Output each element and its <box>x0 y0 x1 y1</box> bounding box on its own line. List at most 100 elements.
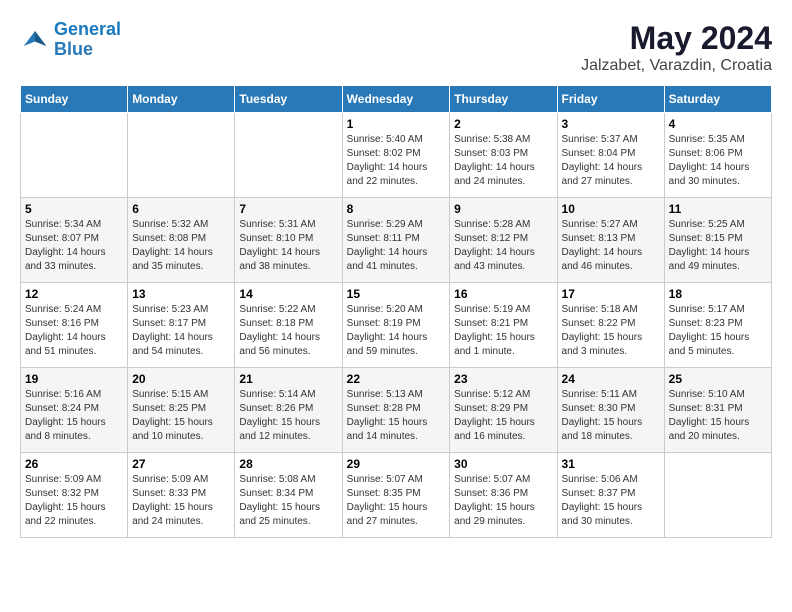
day-info: Sunrise: 5:27 AM Sunset: 8:13 PM Dayligh… <box>562 218 660 274</box>
calendar-cell: 5 Sunrise: 5:34 AM Sunset: 8:07 PM Daylig… <box>21 198 128 283</box>
calendar-cell: 10 Sunrise: 5:27 AM Sunset: 8:13 PM Dayli… <box>557 198 664 283</box>
day-info: Sunrise: 5:29 AM Sunset: 8:11 PM Dayligh… <box>347 218 446 274</box>
day-number: 16 <box>454 287 552 301</box>
calendar-cell: 7 Sunrise: 5:31 AM Sunset: 8:10 PM Daylig… <box>235 198 342 283</box>
calendar-cell: 9Sunrise: 5:28 AM Sunset: 8:12 PM Daylig… <box>450 198 557 283</box>
day-number: 13 <box>132 287 230 301</box>
day-number: 24 <box>562 372 660 386</box>
day-info: Sunrise: 5:10 AM Sunset: 8:31 PM Dayligh… <box>669 388 767 444</box>
calendar-cell <box>664 453 771 538</box>
day-info: Sunrise: 5:31 AM Sunset: 8:10 PM Dayligh… <box>239 218 337 274</box>
calendar-cell: 24Sunrise: 5:11 AM Sunset: 8:30 PM Dayli… <box>557 368 664 453</box>
calendar-week-row: 1Sunrise: 5:40 AM Sunset: 8:02 PM Daylig… <box>21 113 772 198</box>
calendar-cell: 1Sunrise: 5:40 AM Sunset: 8:02 PM Daylig… <box>342 113 450 198</box>
day-info: Sunrise: 5:35 AM Sunset: 8:06 PM Dayligh… <box>669 133 767 189</box>
day-info: Sunrise: 5:07 AM Sunset: 8:35 PM Dayligh… <box>347 473 446 529</box>
calendar-header-saturday: Saturday <box>664 86 771 113</box>
day-number: 19 <box>25 372 123 386</box>
calendar-cell: 27 Sunrise: 5:09 AM Sunset: 8:33 PM Dayli… <box>128 453 235 538</box>
calendar-cell: 2Sunrise: 5:38 AM Sunset: 8:03 PM Daylig… <box>450 113 557 198</box>
calendar-header-thursday: Thursday <box>450 86 557 113</box>
calendar-cell: 13 Sunrise: 5:23 AM Sunset: 8:17 PM Dayli… <box>128 283 235 368</box>
calendar-cell: 14 Sunrise: 5:22 AM Sunset: 8:18 PM Dayli… <box>235 283 342 368</box>
calendar-week-row: 12Sunrise: 5:24 AM Sunset: 8:16 PM Dayli… <box>21 283 772 368</box>
calendar-cell <box>21 113 128 198</box>
day-number: 26 <box>25 457 123 471</box>
calendar-cell: 17 Sunrise: 5:18 AM Sunset: 8:22 PM Dayli… <box>557 283 664 368</box>
day-number: 28 <box>239 457 337 471</box>
day-number: 21 <box>239 372 337 386</box>
day-number: 17 <box>562 287 660 301</box>
day-info: Sunrise: 5:14 AM Sunset: 8:26 PM Dayligh… <box>239 388 337 444</box>
calendar-week-row: 5 Sunrise: 5:34 AM Sunset: 8:07 PM Daylig… <box>21 198 772 283</box>
day-number: 25 <box>669 372 767 386</box>
calendar-cell: 26 Sunrise: 5:09 AM Sunset: 8:32 PM Dayli… <box>21 453 128 538</box>
day-number: 10 <box>562 202 660 216</box>
calendar-cell: 29 Sunrise: 5:07 AM Sunset: 8:35 PM Dayli… <box>342 453 450 538</box>
calendar-cell <box>128 113 235 198</box>
day-info: Sunrise: 5:06 AM Sunset: 8:37 PM Dayligh… <box>562 473 660 529</box>
day-number: 27 <box>132 457 230 471</box>
day-info: Sunrise: 5:24 AM Sunset: 8:16 PM Dayligh… <box>25 303 123 359</box>
location: Jalzabet, Varazdin, Croatia <box>581 57 772 75</box>
day-info: Sunrise: 5:13 AM Sunset: 8:28 PM Dayligh… <box>347 388 446 444</box>
day-info: Sunrise: 5:20 AM Sunset: 8:19 PM Dayligh… <box>347 303 446 359</box>
day-info: Sunrise: 5:08 AM Sunset: 8:34 PM Dayligh… <box>239 473 337 529</box>
day-info: Sunrise: 5:28 AM Sunset: 8:12 PM Dayligh… <box>454 218 552 274</box>
day-number: 29 <box>347 457 446 471</box>
day-info: Sunrise: 5:09 AM Sunset: 8:32 PM Dayligh… <box>25 473 123 529</box>
calendar-cell: 16 Sunrise: 5:19 AM Sunset: 8:21 PM Dayli… <box>450 283 557 368</box>
calendar-cell: 15 Sunrise: 5:20 AM Sunset: 8:19 PM Dayli… <box>342 283 450 368</box>
day-number: 15 <box>347 287 446 301</box>
calendar-cell: 3 Sunrise: 5:37 AM Sunset: 8:04 PM Daylig… <box>557 113 664 198</box>
day-info: Sunrise: 5:32 AM Sunset: 8:08 PM Dayligh… <box>132 218 230 274</box>
day-info: Sunrise: 5:15 AM Sunset: 8:25 PM Dayligh… <box>132 388 230 444</box>
day-number: 5 <box>25 202 123 216</box>
calendar-cell: 31 Sunrise: 5:06 AM Sunset: 8:37 PM Dayli… <box>557 453 664 538</box>
month-title: May 2024 <box>581 20 772 57</box>
day-info: Sunrise: 5:16 AM Sunset: 8:24 PM Dayligh… <box>25 388 123 444</box>
day-number: 18 <box>669 287 767 301</box>
calendar-cell: 25 Sunrise: 5:10 AM Sunset: 8:31 PM Dayli… <box>664 368 771 453</box>
day-info: Sunrise: 5:25 AM Sunset: 8:15 PM Dayligh… <box>669 218 767 274</box>
day-number: 3 <box>562 117 660 131</box>
day-number: 20 <box>132 372 230 386</box>
logo-line2: Blue <box>54 39 93 59</box>
logo: General Blue <box>20 20 121 60</box>
title-block: May 2024 Jalzabet, Varazdin, Croatia <box>581 20 772 75</box>
calendar-header-tuesday: Tuesday <box>235 86 342 113</box>
logo-line1: General <box>54 19 121 39</box>
day-info: Sunrise: 5:09 AM Sunset: 8:33 PM Dayligh… <box>132 473 230 529</box>
day-number: 4 <box>669 117 767 131</box>
calendar-cell: 19 Sunrise: 5:16 AM Sunset: 8:24 PM Dayli… <box>21 368 128 453</box>
calendar-cell: 11 Sunrise: 5:25 AM Sunset: 8:15 PM Dayli… <box>664 198 771 283</box>
day-number: 23 <box>454 372 552 386</box>
calendar-cell: 8Sunrise: 5:29 AM Sunset: 8:11 PM Daylig… <box>342 198 450 283</box>
calendar-cell: 20 Sunrise: 5:15 AM Sunset: 8:25 PM Dayli… <box>128 368 235 453</box>
calendar-cell <box>235 113 342 198</box>
calendar-header-friday: Friday <box>557 86 664 113</box>
calendar-cell: 21 Sunrise: 5:14 AM Sunset: 8:26 PM Dayli… <box>235 368 342 453</box>
logo-text: General Blue <box>54 20 121 60</box>
day-info: Sunrise: 5:23 AM Sunset: 8:17 PM Dayligh… <box>132 303 230 359</box>
calendar-cell: 30Sunrise: 5:07 AM Sunset: 8:36 PM Dayli… <box>450 453 557 538</box>
calendar-week-row: 26 Sunrise: 5:09 AM Sunset: 8:32 PM Dayli… <box>21 453 772 538</box>
day-info: Sunrise: 5:34 AM Sunset: 8:07 PM Dayligh… <box>25 218 123 274</box>
calendar-cell: 12Sunrise: 5:24 AM Sunset: 8:16 PM Dayli… <box>21 283 128 368</box>
day-number: 11 <box>669 202 767 216</box>
calendar-header-monday: Monday <box>128 86 235 113</box>
day-number: 31 <box>562 457 660 471</box>
day-info: Sunrise: 5:22 AM Sunset: 8:18 PM Dayligh… <box>239 303 337 359</box>
page-header: General Blue May 2024 Jalzabet, Varazdin… <box>20 20 772 75</box>
day-info: Sunrise: 5:19 AM Sunset: 8:21 PM Dayligh… <box>454 303 552 359</box>
day-info: Sunrise: 5:18 AM Sunset: 8:22 PM Dayligh… <box>562 303 660 359</box>
day-number: 7 <box>239 202 337 216</box>
day-number: 22 <box>347 372 446 386</box>
day-number: 14 <box>239 287 337 301</box>
calendar-cell: 22 Sunrise: 5:13 AM Sunset: 8:28 PM Dayli… <box>342 368 450 453</box>
day-info: Sunrise: 5:37 AM Sunset: 8:04 PM Dayligh… <box>562 133 660 189</box>
logo-icon <box>20 25 50 55</box>
day-number: 6 <box>132 202 230 216</box>
day-number: 30 <box>454 457 552 471</box>
calendar-cell: 18Sunrise: 5:17 AM Sunset: 8:23 PM Dayli… <box>664 283 771 368</box>
